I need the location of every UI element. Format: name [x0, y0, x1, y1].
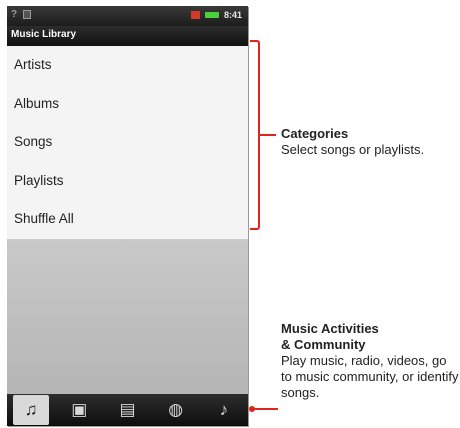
categories-title: Categories	[281, 126, 349, 141]
activities-callout: Music Activities & Community Play music,…	[281, 321, 459, 401]
categories-pointer	[260, 134, 276, 136]
identify-song-icon[interactable]: ♪	[206, 395, 242, 425]
video-icon[interactable]: ▤	[109, 395, 145, 425]
notification-icon	[23, 10, 32, 19]
activities-pointer	[251, 408, 278, 410]
list-item-shuffle-all[interactable]: Shuffle All	[7, 200, 248, 239]
empty-area	[7, 239, 248, 394]
app-title: Music Library	[7, 26, 248, 46]
list-item-albums[interactable]: Albums	[7, 85, 248, 124]
activities-title-line1: Music Activities	[281, 321, 379, 336]
battery-icon	[204, 12, 219, 18]
categories-bracket	[250, 40, 260, 230]
community-globe-icon[interactable]: ◍	[158, 395, 194, 425]
activities-description: Play music, radio, videos, go to music c…	[281, 353, 459, 400]
list-item-songs[interactable]: Songs	[7, 123, 248, 162]
alert-icon	[190, 11, 200, 19]
music-note-icon[interactable]: ♫	[13, 395, 50, 425]
list-item-playlists[interactable]: Playlists	[7, 162, 248, 201]
status-time: 8:41	[223, 10, 242, 20]
categories-description: Select songs or playlists.	[281, 142, 425, 157]
radio-icon[interactable]: ▣	[61, 395, 97, 425]
phone-screen: ? 8:41 Music Library Artists Albums Song…	[7, 6, 248, 426]
activities-title-line2: & Community	[281, 337, 366, 352]
category-list: Artists Albums Songs Playlists Shuffle A…	[7, 46, 248, 239]
question-icon: ?	[11, 9, 18, 20]
categories-callout: Categories Select songs or playlists.	[281, 126, 459, 158]
activity-tab-bar: ♫ ▣ ▤ ◍ ♪	[7, 394, 248, 426]
list-item-artists[interactable]: Artists	[7, 46, 248, 85]
status-bar: ? 8:41	[7, 6, 248, 26]
